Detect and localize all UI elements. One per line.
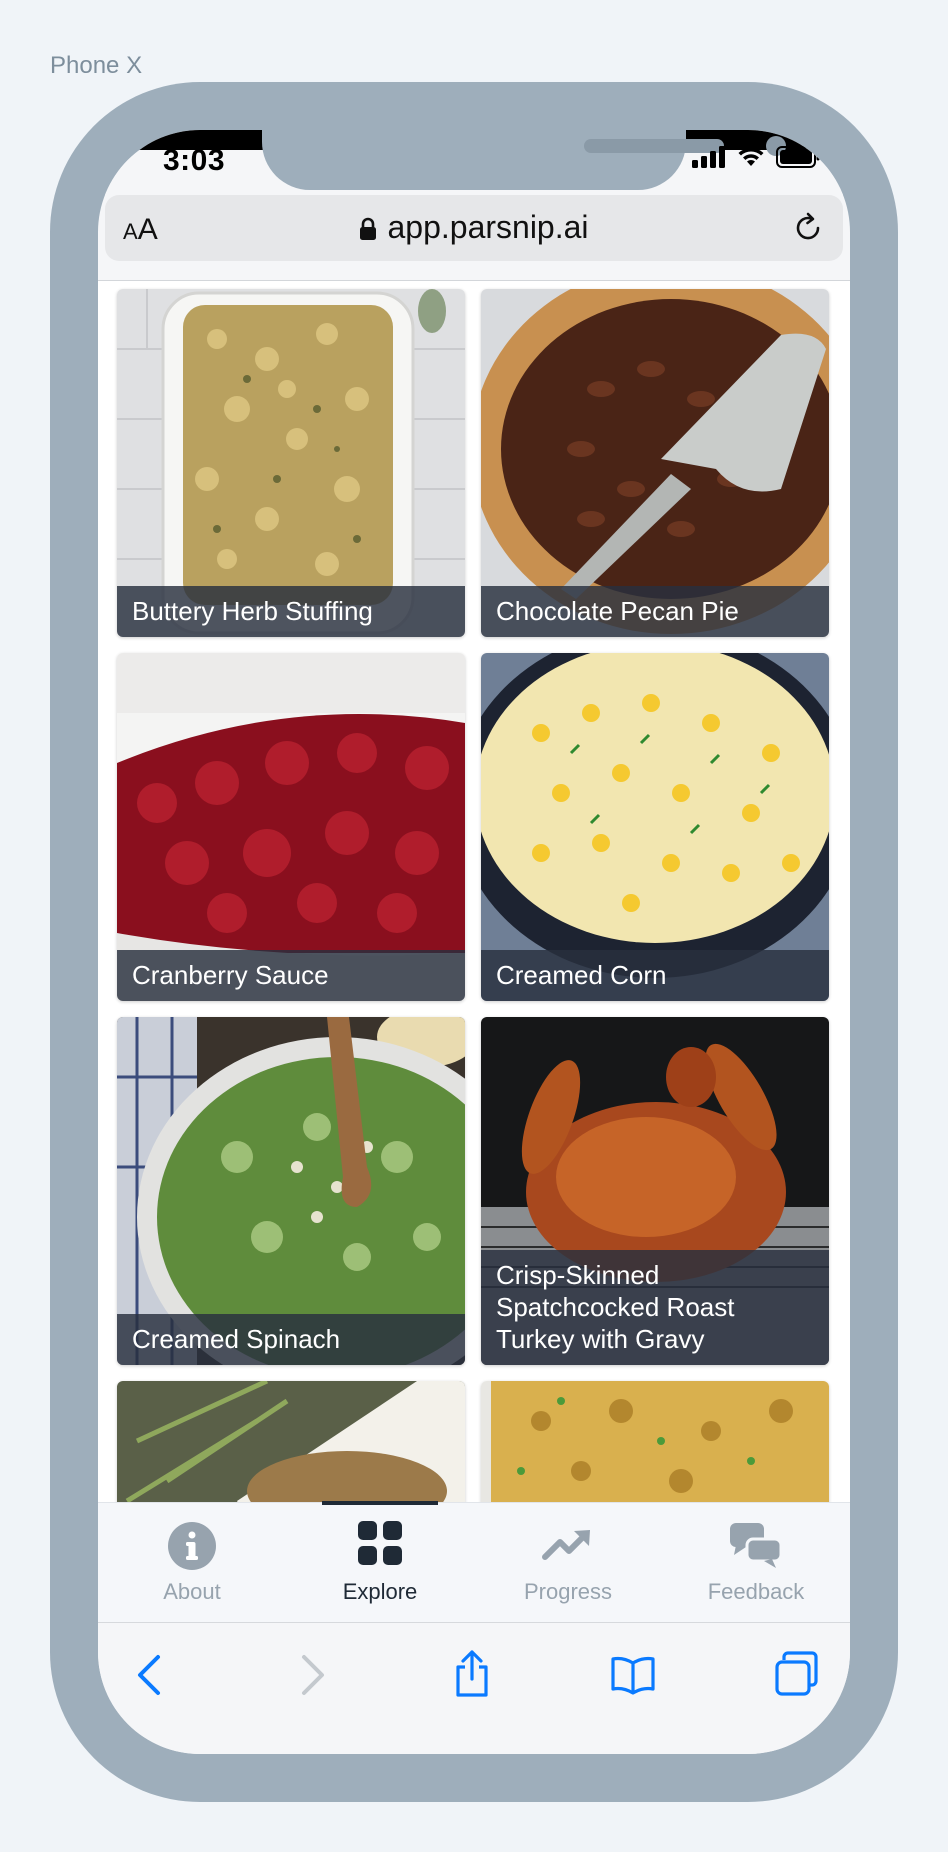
recipe-title: Buttery Herb Stuffing <box>117 586 465 637</box>
recipe-card[interactable]: Cranberry Sauce <box>117 653 465 1001</box>
recipe-title: Chocolate Pecan Pie <box>481 586 829 637</box>
notch <box>262 130 786 190</box>
phone-frame: 3:03 AA app.parsnip.ai Buttery Herb Stuf… <box>50 82 898 1802</box>
tab-about[interactable]: About <box>98 1503 286 1623</box>
back-icon[interactable] <box>132 1653 168 1697</box>
tab-label: Feedback <box>707 1579 805 1604</box>
recipe-photo <box>481 1381 829 1502</box>
bookmarks-icon[interactable] <box>610 1655 656 1695</box>
recipe-photo <box>481 289 829 637</box>
url-field[interactable]: app.parsnip.ai <box>105 209 843 246</box>
status-icons <box>692 146 820 168</box>
recipe-title: Creamed Spinach <box>117 1314 465 1365</box>
lock-icon <box>360 217 377 240</box>
wifi-icon <box>738 147 764 166</box>
recipe-photo <box>481 653 829 1001</box>
recipe-photo <box>117 653 465 1001</box>
tab-label: About <box>163 1579 221 1604</box>
recipe-feed[interactable]: Buttery Herb Stuffing Chocolate Pecan Pi… <box>98 281 850 1502</box>
tab-label: Progress <box>523 1579 613 1604</box>
phone-screen: 3:03 AA app.parsnip.ai Buttery Herb Stuf… <box>98 130 850 1754</box>
signal-icon <box>692 146 725 168</box>
tab-explore[interactable]: Explore <box>286 1501 474 1623</box>
status-bar: 3:03 <box>98 130 850 195</box>
grid-icon <box>358 1521 402 1565</box>
recipe-title: Crisp-Skinned Spatchcocked Roast Turkey … <box>481 1250 829 1365</box>
recipe-card[interactable] <box>481 1381 829 1502</box>
recipe-photo <box>117 289 465 637</box>
trending-up-icon <box>542 1530 590 1560</box>
battery-icon <box>776 146 820 168</box>
address-bar[interactable]: AA app.parsnip.ai <box>105 195 843 261</box>
tabs-icon[interactable] <box>774 1651 820 1697</box>
recipe-card[interactable]: Crisp-Skinned Spatchcocked Roast Turkey … <box>481 1017 829 1365</box>
url-text: app.parsnip.ai <box>387 209 589 245</box>
active-tab-indicator <box>322 1501 438 1505</box>
device-label: Phone X <box>50 52 143 79</box>
tab-feedback[interactable]: Feedback <box>662 1503 850 1623</box>
recipe-card[interactable]: Creamed Spinach <box>117 1017 465 1365</box>
recipe-title: Creamed Corn <box>481 950 829 1001</box>
recipe-card[interactable]: Chocolate Pecan Pie <box>481 289 829 637</box>
browser-toolbar <box>98 1622 850 1754</box>
recipe-card[interactable]: Creamed Corn <box>481 653 829 1001</box>
info-circle-icon <box>168 1522 216 1570</box>
recipe-photo <box>117 1017 465 1365</box>
chat-bubbles-icon <box>730 1523 782 1568</box>
forward-icon[interactable] <box>294 1653 330 1697</box>
recipe-photo <box>117 1381 465 1502</box>
tab-progress[interactable]: Progress <box>474 1503 662 1623</box>
recipe-card[interactable]: Buttery Herb Stuffing <box>117 289 465 637</box>
recipe-card[interactable] <box>117 1381 465 1502</box>
tab-label: Explore <box>342 1579 418 1604</box>
status-time: 3:03 <box>163 144 226 177</box>
app-tab-bar: About Explore Progress Feedback <box>98 1501 850 1623</box>
reload-icon[interactable] <box>791 211 825 245</box>
share-icon[interactable] <box>452 1649 492 1699</box>
recipe-title: Cranberry Sauce <box>117 950 465 1001</box>
